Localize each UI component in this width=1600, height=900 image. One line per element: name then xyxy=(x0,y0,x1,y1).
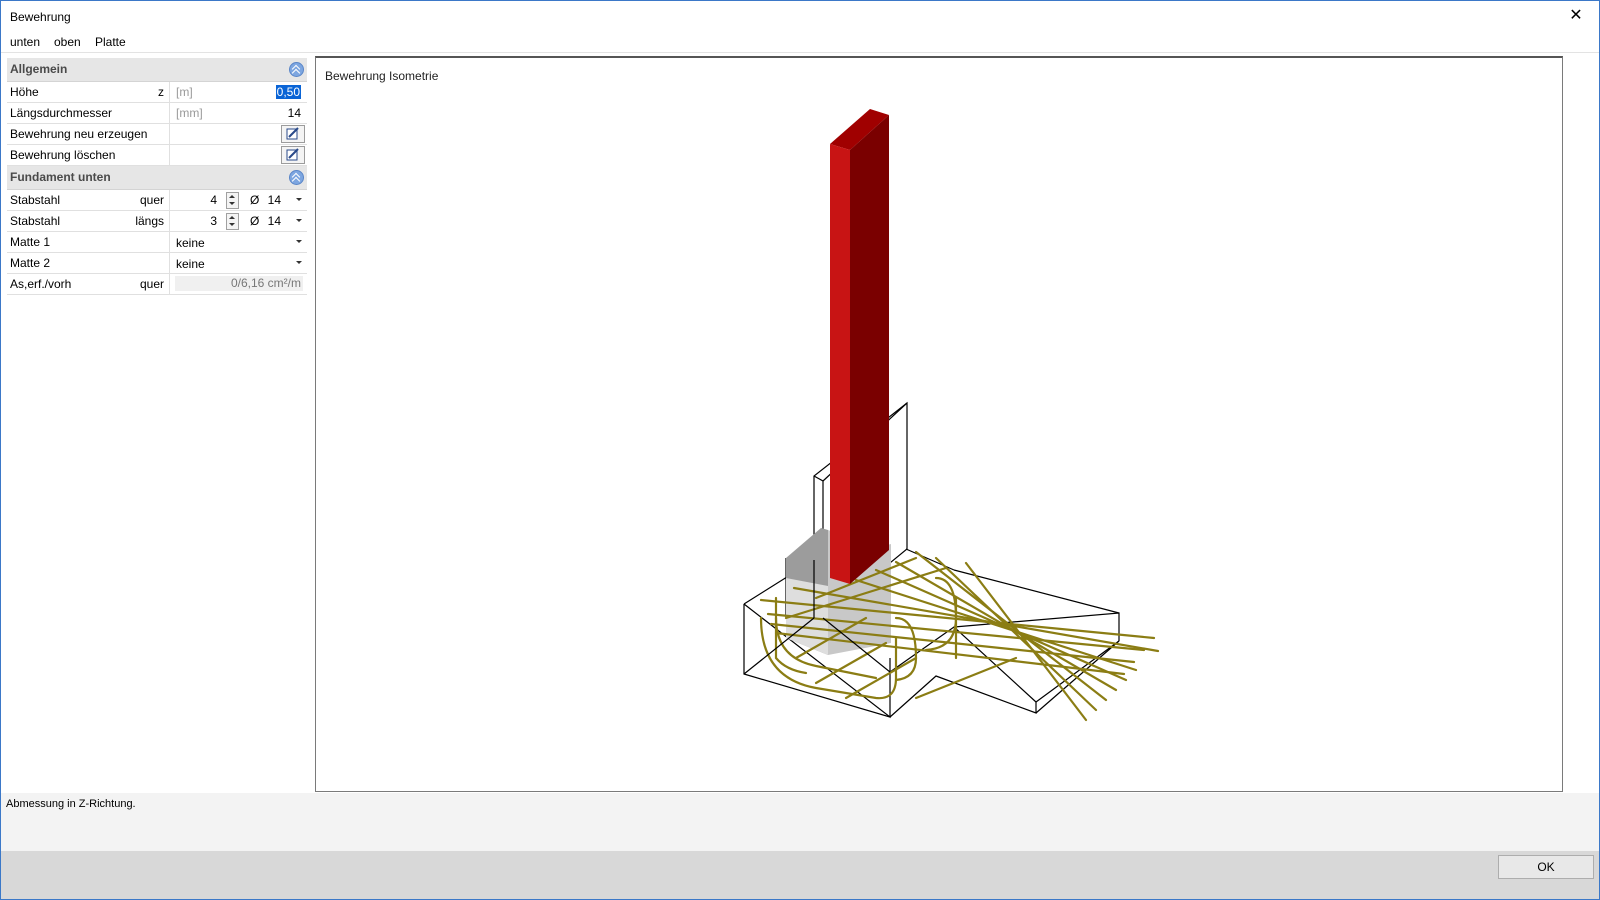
column-divider xyxy=(169,211,170,231)
bewehrung-neu-button[interactable] xyxy=(281,125,305,143)
property-panel: Allgemein Höhe z [m] 0,50 Längsdurchmess… xyxy=(7,58,307,295)
edit-icon xyxy=(286,127,299,140)
collapse-up-icon[interactable] xyxy=(289,62,304,77)
menu-unten[interactable]: unten xyxy=(10,35,40,49)
row-as-erf-vorh: As,erf./vorh quer 0/6,16 cm²/m xyxy=(7,274,307,295)
as-value: 0/6,16 cm²/m xyxy=(230,276,301,290)
matte-1-select[interactable]: keine xyxy=(176,236,205,250)
edit-icon xyxy=(286,148,299,161)
collapse-up-icon[interactable] xyxy=(289,170,304,185)
laengsdurchmesser-input[interactable]: 14 xyxy=(288,106,301,120)
unit-hoehe: [m] xyxy=(176,85,193,99)
column-divider xyxy=(169,103,170,123)
dialog-window: Bewehrung ✕ unten oben Platte Allgemein … xyxy=(0,0,1600,900)
sub-laengs: längs xyxy=(135,214,164,228)
title-bar: Bewehrung ✕ xyxy=(1,1,1599,31)
dropdown-arrow-icon[interactable] xyxy=(296,261,302,264)
menu-oben[interactable]: oben xyxy=(54,35,81,49)
column-divider xyxy=(169,145,170,165)
row-stabstahl-laengs: Stabstahl längs 3 Ø 14 xyxy=(7,211,307,232)
label-bewehrung-neu: Bewehrung neu erzeugen xyxy=(10,127,148,141)
label-bewehrung-loeschen: Bewehrung löschen xyxy=(10,148,116,162)
matte-2-select[interactable]: keine xyxy=(176,257,205,271)
column xyxy=(830,109,889,584)
reinforcement-3d-model xyxy=(743,109,1160,722)
column-divider xyxy=(169,124,170,144)
ok-button[interactable]: OK xyxy=(1498,855,1594,879)
section-title-allgemein: Allgemein xyxy=(10,62,68,76)
stabstahl-quer-diameter[interactable]: 14 xyxy=(265,193,281,207)
menu-bar: unten oben Platte xyxy=(1,32,1599,53)
row-laengsdurchmesser: Längsdurchmesser [mm] 14 xyxy=(7,103,307,124)
dropdown-arrow-icon[interactable] xyxy=(296,219,302,222)
row-hoehe: Höhe z [m] 0,50 xyxy=(7,82,307,103)
as-value-field: 0/6,16 cm²/m xyxy=(175,276,303,291)
status-bar: Abmessung in Z-Richtung. xyxy=(1,793,1599,851)
section-fundament-unten[interactable]: Fundament unten xyxy=(7,166,307,190)
column-divider xyxy=(169,274,170,294)
row-bewehrung-neu: Bewehrung neu erzeugen xyxy=(7,124,307,145)
stabstahl-laengs-diameter[interactable]: 14 xyxy=(265,214,281,228)
window-title: Bewehrung xyxy=(10,10,71,24)
isometric-viewport[interactable]: Bewehrung Isometrie xyxy=(315,56,1563,792)
stabstahl-laengs-count[interactable]: 3 xyxy=(175,214,217,228)
hoehe-input[interactable]: 0,50 xyxy=(275,85,301,99)
spinner-icon[interactable] xyxy=(226,213,239,230)
close-icon[interactable]: ✕ xyxy=(1553,1,1599,31)
sub-hoehe: z xyxy=(158,85,164,99)
column-divider xyxy=(169,232,170,252)
section-allgemein[interactable]: Allgemein xyxy=(7,58,307,82)
section-title-fundament-unten: Fundament unten xyxy=(10,170,111,184)
stabstahl-quer-count[interactable]: 4 xyxy=(175,193,217,207)
sub-as-quer: quer xyxy=(139,277,164,291)
label-matte-2: Matte 2 xyxy=(10,256,51,270)
column-divider xyxy=(169,253,170,273)
row-stabstahl-quer: Stabstahl quer 4 Ø 14 xyxy=(7,190,307,211)
diameter-symbol: Ø xyxy=(250,214,260,228)
status-text: Abmessung in Z-Richtung. xyxy=(6,798,136,810)
menu-platte[interactable]: Platte xyxy=(95,35,126,49)
dropdown-arrow-icon[interactable] xyxy=(296,198,302,201)
unit-laengsdurchmesser: [mm] xyxy=(176,106,203,120)
label-laengsdurchmesser: Längsdurchmesser xyxy=(10,106,113,120)
diameter-symbol: Ø xyxy=(250,193,260,207)
button-bar: OK xyxy=(1,851,1599,899)
column-divider xyxy=(169,82,170,102)
row-bewehrung-loeschen: Bewehrung löschen xyxy=(7,145,307,166)
row-matte-2: Matte 2 keine xyxy=(7,253,307,274)
row-matte-1: Matte 1 keine xyxy=(7,232,307,253)
sub-quer: quer xyxy=(139,193,164,207)
spinner-icon[interactable] xyxy=(226,192,239,209)
column-divider xyxy=(169,190,170,210)
label-matte-1: Matte 1 xyxy=(10,235,51,249)
bewehrung-loeschen-button[interactable] xyxy=(281,146,305,164)
dropdown-arrow-icon[interactable] xyxy=(296,240,302,243)
